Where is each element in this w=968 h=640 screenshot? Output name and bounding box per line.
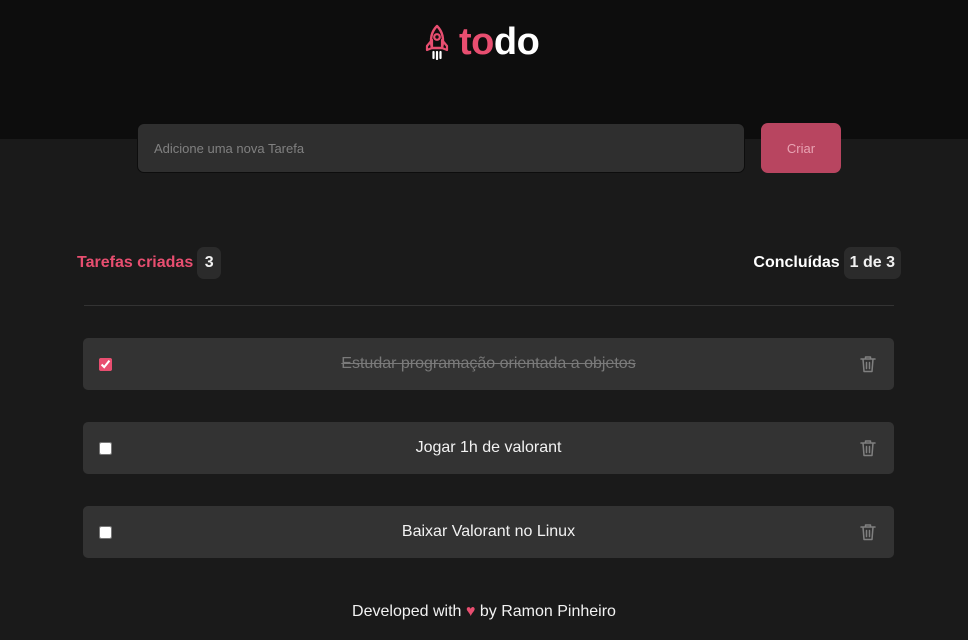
completed-tasks-stat: Concluídas 1 de 3 bbox=[753, 247, 901, 279]
created-tasks-stat: Tarefas criadas 3 bbox=[77, 247, 222, 279]
task-text: Jogar 1h de valorant bbox=[415, 439, 562, 456]
logo-text: todo bbox=[459, 21, 540, 63]
app-header: todo bbox=[0, 0, 968, 139]
heart-icon: ♥ bbox=[465, 603, 476, 620]
footer: Developed with ♥ by Ramon Pinheiro bbox=[0, 603, 968, 621]
create-task-button[interactable]: Criar bbox=[761, 123, 841, 173]
footer-prefix: Developed with bbox=[352, 603, 462, 620]
completed-tasks-label: Concluídas bbox=[753, 254, 840, 271]
task-checkbox[interactable] bbox=[99, 442, 112, 455]
task-item: Estudar programação orientada a objetos bbox=[83, 338, 894, 390]
list-divider bbox=[84, 305, 894, 306]
task-item: Baixar Valorant no Linux bbox=[83, 506, 894, 558]
task-item: Jogar 1h de valorant bbox=[83, 422, 894, 474]
trash-icon[interactable] bbox=[859, 438, 877, 458]
task-text: Baixar Valorant no Linux bbox=[401, 523, 576, 540]
task-checkbox[interactable] bbox=[99, 526, 112, 539]
completed-tasks-count-badge: 1 de 3 bbox=[843, 247, 901, 279]
logo-text-to: to bbox=[459, 21, 494, 63]
trash-icon[interactable] bbox=[859, 522, 877, 542]
trash-icon[interactable] bbox=[859, 354, 877, 374]
new-task-input[interactable] bbox=[137, 123, 745, 173]
task-checkbox[interactable] bbox=[99, 358, 112, 371]
footer-author: by Ramon Pinheiro bbox=[479, 603, 616, 620]
logo-text-do: do bbox=[493, 21, 540, 63]
created-tasks-count-badge: 3 bbox=[197, 247, 222, 279]
task-text: Estudar programação orientada a objetos bbox=[341, 355, 636, 372]
rocket-icon bbox=[424, 24, 450, 60]
created-tasks-label: Tarefas criadas bbox=[77, 254, 194, 271]
logo: todo bbox=[424, 21, 540, 63]
